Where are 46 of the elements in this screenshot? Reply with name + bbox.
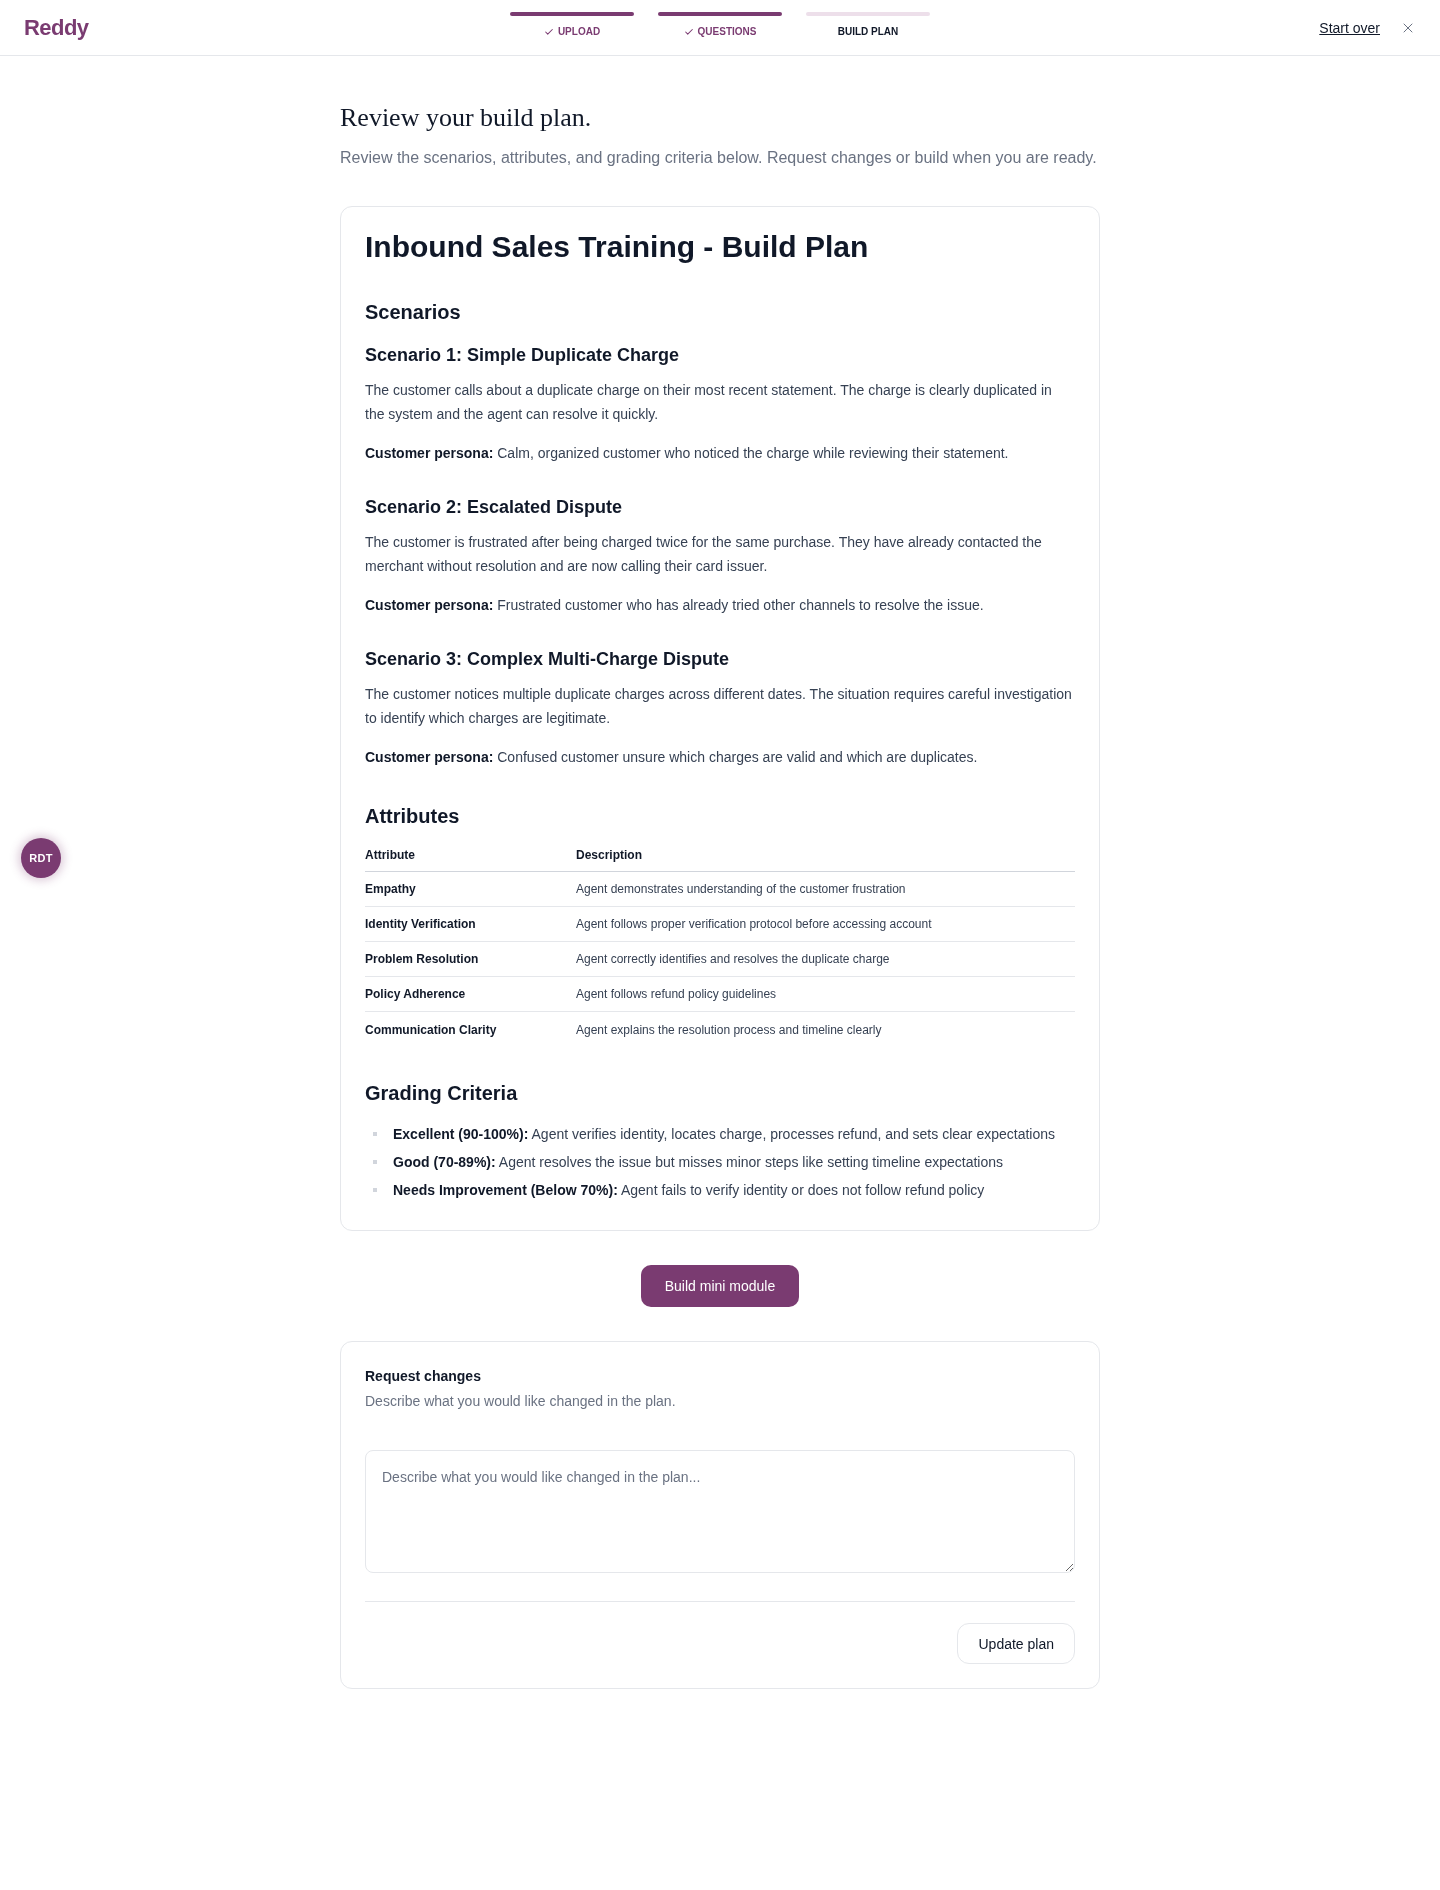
start-over-link[interactable]: Start over — [1319, 17, 1380, 38]
check-icon — [683, 27, 694, 37]
check-icon — [543, 27, 554, 37]
input-field[interactable]: Describe what you would like changed in the plan... — [365, 1450, 1075, 1573]
logo[interactable]: Reddy — [24, 13, 89, 42]
table-cell-text: Identity Verification — [365, 916, 477, 932]
plan-title: Inbound Sales Training - Build Plan — [365, 229, 870, 265]
table-cell-text: Agent follows refund policy guidelines — [576, 986, 778, 1002]
bullet-icon — [373, 1132, 377, 1136]
scenario-title: Scenario 2: Escalated Dispute — [365, 496, 624, 519]
scenario-description: The customer calls about a duplicate charge on their most recent statement. The charge is clearly duplicated in the system and the agent can resolve it quickly. — [365, 381, 1053, 424]
update-plan-button[interactable]: Update plan — [957, 1623, 1075, 1664]
page-title: Review your build plan. — [340, 102, 593, 134]
request-changes-title: Request changes — [365, 1367, 482, 1386]
table-cell-text: Problem Resolution — [365, 951, 480, 967]
step-label: QUESTIONS — [697, 26, 757, 38]
grading-criterion: Excellent (90-100%): Agent verifies identity, locates charge, processes refund, and sets clear expectations — [393, 1125, 1055, 1144]
page-subtitle: Review the scenarios, attributes, and grading criteria below. Request changes or build when you are ready. — [340, 148, 1098, 168]
section-heading: Attributes — [365, 804, 461, 829]
scenario-title: Scenario 3: Complex Multi-Charge Dispute — [365, 648, 731, 671]
persona-text: Customer persona: Confused customer unsure which charges are valid and which are duplicates. — [365, 748, 979, 767]
section-heading: Scenarios — [365, 300, 462, 325]
table-cell-text: Agent correctly identifies and resolves the duplicate charge — [576, 951, 891, 967]
request-changes-subtitle: Describe what you would like changed in the plan. — [365, 1392, 677, 1411]
scenario-title: Scenario 1: Simple Duplicate Charge — [365, 344, 681, 367]
table-cell-text: Policy Adherence — [365, 986, 467, 1002]
column-header: Attribute — [365, 847, 416, 863]
persona-text: Customer persona: Frustrated customer who has already tried other channels to resolve the issue. — [365, 596, 985, 615]
bullet-icon — [373, 1160, 377, 1164]
column-header: Description — [576, 847, 643, 863]
grading-criterion: Good (70-89%): Agent resolves the issue but misses minor steps like setting timeline expectations — [393, 1153, 1004, 1172]
grading-criterion: Needs Improvement (Below 70%): Agent fails to verify identity or does not follow refund policy — [393, 1181, 985, 1200]
table-cell-text: Agent explains the resolution process and timeline clearly — [576, 1021, 883, 1038]
build-module-button[interactable]: Build mini module — [640, 1265, 800, 1307]
step-label: BUILD PLAN — [837, 26, 899, 38]
scenario-description: The customer notices multiple duplicate charges across different dates. The situation requires careful investigation to identify which charges are legitimate. — [365, 685, 1073, 728]
bullet-icon — [373, 1188, 377, 1192]
table-cell-text: Agent demonstrates understanding of the customer frustration — [576, 881, 907, 897]
table-cell-text: Communication Clarity — [365, 1021, 498, 1038]
persona-text: Customer persona: Calm, organized customer who noticed the charge while reviewing their statement. — [365, 444, 1010, 463]
assistant-badge[interactable]: RDT — [21, 838, 61, 878]
table-cell-text: Empathy — [365, 881, 417, 897]
table-cell-text: Agent follows proper verification protocol before accessing account — [576, 916, 933, 932]
scenario-description: The customer is frustrated after being charged twice for the same purchase. They have already contacted the merchant without resolution and are now calling their card issuer. — [365, 533, 1043, 576]
step-label: UPLOAD — [557, 26, 601, 38]
section-heading: Grading Criteria — [365, 1081, 519, 1106]
